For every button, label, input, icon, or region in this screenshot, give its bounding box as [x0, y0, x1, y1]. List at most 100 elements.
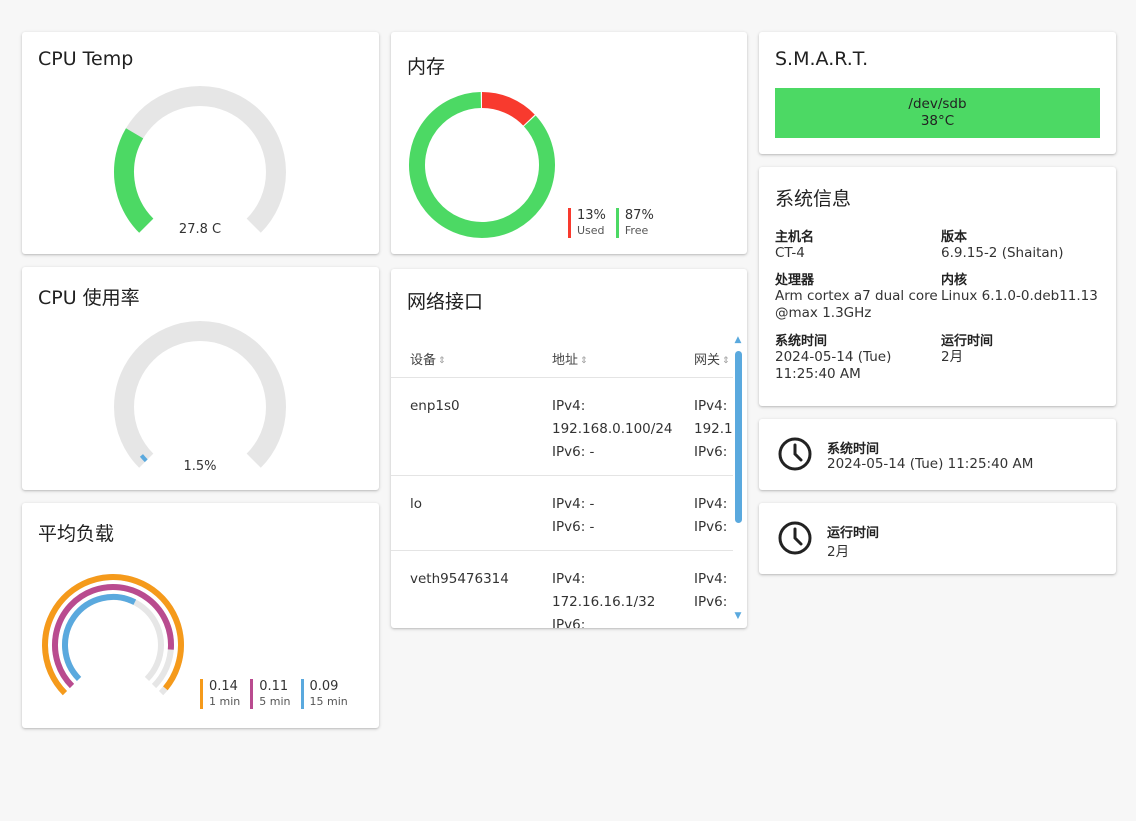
- cpu-temp-value: 27.8 C: [178, 222, 222, 237]
- table-scrollbar[interactable]: ▲ ▼: [733, 335, 743, 625]
- memory-used-value: 13%: [577, 208, 606, 223]
- cell-address: IPv4: 172.16.16.1/32 IPv6:: [552, 568, 655, 628]
- cpu-usage-title: CPU 使用率: [38, 287, 140, 309]
- cpu-label: 处理器: [775, 273, 815, 288]
- memory-legend: 13% Used 87% Free: [568, 208, 654, 238]
- load-legend: 0.14 1 min 0.11 5 min 0.09 15 min: [200, 679, 348, 709]
- cell-address-line: IPv6: -: [552, 444, 595, 460]
- load-average-card: 平均负载 0.14 1 min 0.11 5 min 0.09 15 min: [22, 503, 379, 728]
- cell-address: IPv4: - IPv6: -: [552, 493, 594, 539]
- cell-gateway-line: IPv6:: [694, 519, 728, 535]
- cell-gateway-line: IPv6:: [694, 594, 728, 610]
- cell-address-line: IPv6:: [552, 617, 586, 628]
- cpu-usage-value: 1.5%: [183, 459, 217, 474]
- sort-icon[interactable]: ⇕: [722, 356, 730, 366]
- uptime-value: 2月: [941, 349, 964, 365]
- cell-address-line: IPv4:: [552, 398, 586, 414]
- smart-device: /dev/sdb: [908, 96, 967, 112]
- cell-gateway-line: IPv4:: [694, 571, 728, 587]
- memory-used-arc: [481, 92, 535, 126]
- load-average-title: 平均负载: [38, 523, 115, 545]
- version-value: 6.9.15-2 (Shaitan): [941, 245, 1064, 261]
- cell-address-line: 192.168.0.100/24: [552, 421, 673, 437]
- cpu-temp-card: CPU Temp 27.8 C: [22, 32, 379, 254]
- version-label: 版本: [941, 230, 968, 245]
- scroll-down-icon[interactable]: ▼: [733, 611, 743, 621]
- system-time-date: 2024-05-14 (Tue): [775, 349, 892, 365]
- system-time-card-value: 2024-05-14 (Tue) 11:25:40 AM: [827, 456, 1034, 472]
- smart-temp: 38°C: [920, 113, 955, 129]
- load-average-gauge: [42, 574, 184, 696]
- scrollbar-thumb[interactable]: [735, 351, 742, 523]
- hostname-value: CT-4: [775, 245, 805, 261]
- cell-gateway-line: IPv4:: [694, 496, 728, 512]
- version-field: 版本 6.9.15-2 (Shaitan): [941, 226, 1106, 262]
- kernel-label: 内核: [941, 273, 968, 288]
- cell-gateway: IPv4: 192.16 IPv6:: [694, 395, 733, 464]
- system-info-card: 系统信息 主机名 CT-4 版本 6.9.15-2 (Shaitan) 处理器 …: [759, 167, 1116, 406]
- cell-gateway-line: IPv4:: [694, 398, 728, 414]
- uptime-label: 运行时间: [941, 334, 994, 349]
- smart-title: S.M.A.R.T.: [775, 48, 869, 70]
- network-card: 网络接口 设备 ⇕ 地址 ⇕ 网关 ⇕ enp1s0 IPv4: 192.168.0.…: [391, 269, 747, 628]
- memory-used-label: Used: [577, 224, 605, 237]
- system-time-card: 系统时间 2024-05-14 (Tue) 11:25:40 AM: [759, 419, 1116, 490]
- column-header-device-label: 设备: [410, 353, 437, 368]
- system-info-title: 系统信息: [775, 188, 852, 210]
- cell-gateway-line: 192.16: [694, 421, 733, 437]
- load-15min-label: 15 min: [309, 695, 348, 708]
- cell-address-line: IPv4:: [552, 571, 586, 587]
- uptime-card: 运行时间 2月: [759, 503, 1116, 574]
- table-row: lo IPv4: - IPv6: - IPv4: IPv6:: [391, 475, 733, 550]
- clock-icon: [778, 521, 812, 555]
- load-arc-15min: [62, 594, 137, 682]
- system-time-clock: 11:25:40 AM: [775, 366, 861, 382]
- system-time-label: 系统时间: [775, 334, 828, 349]
- sort-icon[interactable]: ⇕: [580, 356, 588, 366]
- column-header-gateway-label: 网关: [694, 353, 721, 368]
- load-legend-1min: 0.14 1 min: [200, 679, 240, 709]
- uptime-card-value: 2月: [827, 544, 850, 560]
- load-1min-value: 0.14: [209, 679, 238, 694]
- cell-gateway: IPv4: IPv6:: [694, 568, 727, 614]
- uptime-card-label: 运行时间: [827, 526, 880, 541]
- kernel-field: 内核 Linux 6.1.0-0.deb11.13: [941, 269, 1106, 305]
- uptime-field: 运行时间 2月: [941, 330, 1106, 366]
- cpu-freq-value: @max 1.3GHz: [775, 305, 872, 321]
- memory-donut: [409, 92, 555, 238]
- hostname-label: 主机名: [775, 230, 815, 245]
- network-table: 设备 ⇕ 地址 ⇕ 网关 ⇕ enp1s0 IPv4: 192.168.0.100/2…: [391, 335, 733, 628]
- memory-title: 内存: [407, 56, 446, 78]
- gauge-track: [114, 86, 286, 233]
- column-header-gateway[interactable]: 网关 ⇕: [694, 349, 730, 368]
- load-5min-value: 0.11: [259, 679, 289, 694]
- memory-card: 内存 13% Used 87% Free: [391, 32, 747, 254]
- column-header-address[interactable]: 地址 ⇕: [552, 349, 588, 368]
- memory-free-value: 87%: [624, 208, 654, 223]
- smart-card: S.M.A.R.T. /dev/sdb 38°C: [759, 32, 1116, 154]
- memory-legend-free: 87% Free: [615, 208, 654, 238]
- cpu-field: 处理器 Arm cortex a7 dual core @max 1.3GHz: [775, 269, 940, 322]
- system-time-card-label: 系统时间: [827, 442, 880, 457]
- column-header-device[interactable]: 设备 ⇕: [410, 349, 446, 368]
- gauge-value-arc: [114, 128, 154, 233]
- smart-disk-status: /dev/sdb 38°C: [775, 88, 1100, 138]
- load-legend-5min: 0.11 5 min: [250, 679, 291, 709]
- cell-address-line: IPv4: -: [552, 496, 595, 512]
- clock-icon: [778, 437, 812, 471]
- sort-icon[interactable]: ⇕: [438, 356, 446, 366]
- gauge-track: [114, 321, 286, 468]
- table-row: veth95476314 IPv4: 172.16.16.1/32 IPv6: …: [391, 550, 733, 628]
- load-1min-label: 1 min: [209, 695, 241, 708]
- cpu-value: Arm cortex a7 dual core: [775, 288, 938, 304]
- scroll-up-icon[interactable]: ▲: [733, 335, 743, 345]
- cell-address: IPv4: 192.168.0.100/24 IPv6: -: [552, 395, 673, 464]
- cell-address-line: IPv6: -: [552, 519, 595, 535]
- memory-free-label: Free: [624, 224, 649, 237]
- cell-device: veth95476314: [410, 571, 509, 587]
- cell-device: enp1s0: [410, 398, 460, 414]
- hostname-field: 主机名 CT-4: [775, 226, 940, 262]
- cell-device: lo: [410, 496, 423, 512]
- cpu-temp-title: CPU Temp: [38, 48, 134, 70]
- system-time-field: 系统时间 2024-05-14 (Tue) 11:25:40 AM: [775, 330, 940, 383]
